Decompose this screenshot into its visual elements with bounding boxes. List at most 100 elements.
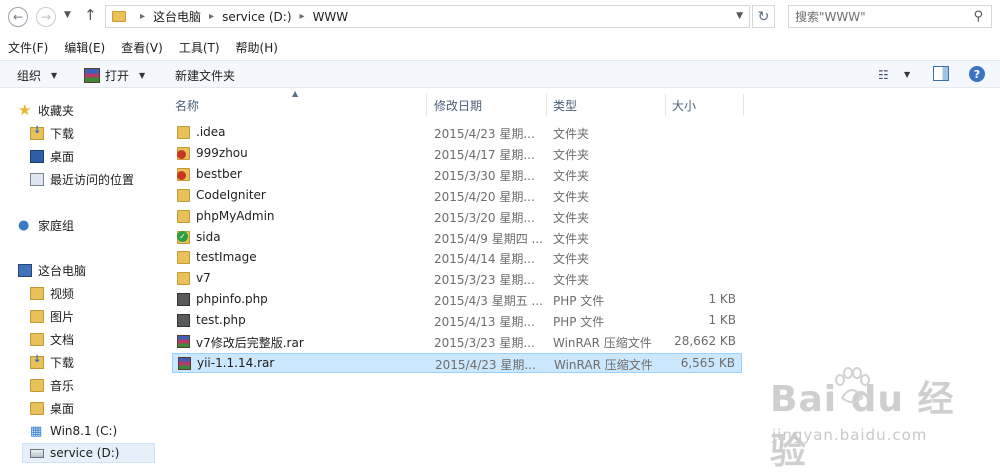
arrow-right-icon: → (40, 10, 52, 24)
search-box[interactable]: ⚲ (788, 5, 992, 28)
file-date: 2015/4/23 星期... (435, 357, 536, 372)
search-input[interactable] (795, 9, 965, 24)
sort-ascending-icon: ▲ (292, 89, 299, 98)
file-row[interactable]: phpMyAdmin 2015/3/20 星期... 文件夹 (172, 207, 742, 227)
nav-documents[interactable]: 文档 (30, 329, 74, 349)
menu-help[interactable]: 帮助(H) (236, 39, 278, 56)
nav-label: 视频 (50, 286, 75, 301)
folder-conflict-icon (177, 146, 190, 160)
nav-label: 桌面 (50, 401, 75, 416)
file-date: 2015/3/20 星期... (434, 210, 535, 225)
recent-locations-dropdown[interactable]: ▼ (64, 10, 71, 20)
column-header-name[interactable]: 名称 (175, 94, 199, 116)
nav-drive-c[interactable]: ▦ Win8.1 (C:) (30, 421, 117, 441)
chevron-right-icon[interactable]: ▸ (209, 11, 214, 22)
refresh-button[interactable]: ↻ (752, 5, 775, 28)
paw-icon (835, 367, 870, 403)
help-icon[interactable]: ? (969, 66, 985, 82)
breadcrumb-www[interactable]: WWW (313, 10, 349, 24)
new-folder-button[interactable]: 新建文件夹 (175, 67, 235, 84)
view-options-dropdown[interactable]: ▼ (904, 70, 910, 79)
file-size: 1 KB (708, 292, 736, 307)
file-size: 6,565 KB (680, 355, 735, 370)
back-button[interactable]: ← (8, 7, 28, 27)
nav-desktop-pc[interactable]: 桌面 (30, 398, 74, 418)
file-row[interactable]: CodeIgniter 2015/4/20 星期... 文件夹 (172, 186, 742, 206)
column-header-type[interactable]: 类型 (553, 94, 577, 116)
file-row[interactable]: test.php 2015/4/13 星期... PHP 文件 1 KB (172, 311, 742, 331)
nav-label: 家庭组 (38, 218, 75, 233)
organize-button[interactable]: 组织 ▼ (17, 67, 57, 84)
refresh-icon: ↻ (757, 8, 770, 25)
nav-downloads-pc[interactable]: 下载 (30, 352, 74, 372)
column-divider[interactable] (743, 94, 744, 116)
preview-pane-icon[interactable] (933, 66, 949, 81)
menu-file[interactable]: 文件(F) (8, 39, 48, 56)
file-date: 2015/3/30 星期... (434, 168, 535, 183)
recent-places-icon (30, 172, 44, 186)
file-row[interactable]: v7修改后完整版.rar 2015/3/23 星期... WinRAR 压缩文件 28… (172, 332, 742, 352)
winrar-icon (84, 68, 100, 83)
nav-downloads[interactable]: 下载 (30, 123, 74, 143)
menu-tools[interactable]: 工具(T) (179, 39, 220, 56)
chevron-right-icon[interactable]: ▸ (140, 11, 145, 22)
nav-videos[interactable]: 视频 (30, 283, 74, 303)
music-folder-icon (30, 378, 44, 392)
column-label: 修改日期 (434, 98, 483, 113)
forward-button[interactable]: → (36, 7, 56, 27)
address-dropdown-icon[interactable]: ▼ (736, 11, 743, 21)
winrar-archive-icon (177, 335, 190, 348)
column-header-size[interactable]: 大小 (672, 94, 696, 116)
folder-icon (177, 126, 190, 139)
column-divider[interactable] (426, 94, 427, 116)
nav-drive-d[interactable]: service (D:) (22, 443, 155, 463)
file-type: 文件夹 (553, 210, 590, 225)
videos-folder-icon (30, 286, 44, 300)
command-bar: 组织 ▼ 打开 ▼ 新建文件夹 ☷ ▼ ? (0, 60, 1000, 88)
file-row[interactable]: .idea 2015/4/23 星期... 文件夹 (172, 123, 742, 143)
breadcrumb-drive-d[interactable]: service (D:) (222, 10, 291, 24)
chevron-down-icon: ▼ (139, 71, 146, 80)
nav-favorites[interactable]: ★ 收藏夹 (18, 100, 74, 120)
nav-recent[interactable]: 最近访问的位置 (30, 169, 134, 189)
column-divider[interactable] (546, 94, 547, 116)
file-name: .idea (196, 125, 226, 139)
open-button[interactable]: 打开 ▼ (84, 67, 145, 84)
windows-drive-icon: ▦ (30, 423, 43, 439)
file-row[interactable]: v7 2015/3/23 星期... 文件夹 (172, 269, 742, 289)
nav-music[interactable]: 音乐 (30, 375, 74, 395)
folder-icon (177, 188, 190, 202)
file-date: 2015/3/23 星期... (434, 336, 535, 350)
file-row[interactable]: testImage 2015/4/14 星期... 文件夹 (172, 248, 742, 268)
change-view-icon[interactable]: ☷ (878, 68, 889, 82)
menu-edit[interactable]: 编辑(E) (64, 39, 105, 56)
chevron-right-icon[interactable]: ▸ (300, 11, 305, 22)
menu-view[interactable]: 查看(V) (121, 39, 163, 56)
computer-icon (18, 263, 32, 277)
file-type: 文件夹 (553, 273, 590, 288)
downloads-folder-icon (30, 354, 44, 369)
file-row[interactable]: 999zhou 2015/4/17 星期... 文件夹 (172, 144, 742, 164)
nav-desktop[interactable]: 桌面 (30, 146, 74, 166)
nav-label: 最近访问的位置 (50, 172, 135, 187)
nav-pictures[interactable]: 图片 (30, 306, 74, 326)
file-row[interactable]: yii-1.1.14.rar 2015/4/23 星期... WinRAR 压缩文件… (172, 352, 742, 373)
file-row[interactable]: sida 2015/4/9 星期四 ... 文件夹 (172, 228, 742, 248)
address-box[interactable]: ▸ 这台电脑 ▸ service (D:) ▸ WWW ▼ (105, 5, 750, 28)
nav-homegroup[interactable]: ● 家庭组 (18, 215, 74, 235)
file-type: PHP 文件 (553, 294, 605, 309)
column-header-date[interactable]: 修改日期 (434, 94, 482, 116)
php-file-icon (177, 314, 190, 328)
nav-this-pc[interactable]: 这台电脑 (18, 260, 86, 280)
file-name: v7修改后完整版.rar (196, 336, 304, 350)
column-label: 名称 (175, 98, 200, 113)
nav-label: 文档 (50, 332, 75, 347)
search-icon[interactable]: ⚲ (973, 9, 983, 24)
nav-label: Win8.1 (C:) (50, 424, 118, 438)
file-row[interactable]: bestber 2015/3/30 星期... 文件夹 (172, 165, 742, 185)
breadcrumb-this-pc[interactable]: 这台电脑 (153, 8, 201, 25)
folder-icon (177, 251, 190, 265)
up-button[interactable]: ↑ (84, 6, 97, 24)
column-divider[interactable] (665, 94, 666, 116)
file-row[interactable]: phpinfo.php 2015/4/3 星期五 ... PHP 文件 1 KB (172, 290, 742, 310)
